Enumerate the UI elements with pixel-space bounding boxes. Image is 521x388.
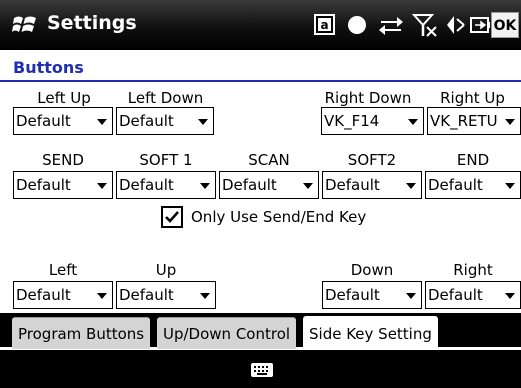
dropdown-value: Default xyxy=(119,286,174,304)
dropdown-value: Default xyxy=(16,176,71,194)
tab-program-buttons[interactable]: Program Buttons xyxy=(12,317,151,349)
keyboard-icon[interactable] xyxy=(251,363,273,377)
a-square-icon[interactable]: a xyxy=(313,12,337,38)
speaker-mute-icon[interactable] xyxy=(444,12,466,38)
windows-start-icon[interactable] xyxy=(12,13,38,37)
dropdown-right-down[interactable]: VK_F14 xyxy=(321,107,424,135)
label-right-up: Right Up xyxy=(440,89,505,107)
dropdown-left-up[interactable]: Default xyxy=(13,107,113,135)
label-scan: SCAN xyxy=(248,151,290,169)
only-send-end-checkbox[interactable] xyxy=(161,206,183,228)
only-send-end-label[interactable]: Only Use Send/End Key xyxy=(191,208,366,226)
label-up: Up xyxy=(155,261,177,279)
label-left: Left xyxy=(48,261,78,279)
checkmark-icon xyxy=(165,211,179,223)
label-right: Right xyxy=(453,261,493,279)
dropdown-up[interactable]: Default xyxy=(116,281,216,309)
label-left-up: Left Up xyxy=(37,89,91,107)
battery-charging-icon[interactable] xyxy=(469,12,491,38)
dropdown-left[interactable]: Default xyxy=(13,281,113,309)
connectivity-arrows-icon[interactable] xyxy=(377,12,405,38)
dropdown-right-up[interactable]: VK_RETU xyxy=(427,107,521,135)
chevron-down-icon xyxy=(406,183,416,189)
ok-button[interactable]: OK xyxy=(491,12,519,38)
chevron-down-icon xyxy=(505,183,515,189)
dropdown-end[interactable]: Default xyxy=(425,171,521,199)
label-soft2: SOFT2 xyxy=(347,151,397,169)
circle-icon[interactable] xyxy=(346,12,368,38)
label-down: Down xyxy=(350,261,394,279)
chevron-down-icon xyxy=(505,293,515,299)
label-end: END xyxy=(456,151,490,169)
tab-up-down-control[interactable]: Up/Down Control xyxy=(157,317,297,349)
chevron-down-icon xyxy=(97,293,107,299)
section-divider xyxy=(0,80,521,82)
label-send: SEND xyxy=(42,151,84,169)
dropdown-value: VK_F14 xyxy=(324,112,380,130)
dropdown-value: Default xyxy=(428,286,483,304)
label-soft1: SOFT 1 xyxy=(139,151,193,169)
dropdown-value: Default xyxy=(428,176,483,194)
chevron-down-icon xyxy=(406,293,416,299)
tab-side-key-setting[interactable]: Side Key Setting xyxy=(303,316,438,352)
dropdown-send[interactable]: Default xyxy=(13,171,113,199)
chevron-down-icon xyxy=(505,119,515,125)
dropdown-value: Default xyxy=(16,286,71,304)
chevron-down-icon xyxy=(200,183,210,189)
page-title: Settings xyxy=(47,12,137,34)
dropdown-value: Default xyxy=(119,176,174,194)
label-right-down: Right Down xyxy=(324,89,412,107)
label-left-down: Left Down xyxy=(127,89,204,107)
chevron-down-icon xyxy=(198,119,208,125)
dropdown-right[interactable]: Default xyxy=(425,281,521,309)
chevron-down-icon xyxy=(97,119,107,125)
dropdown-value: Default xyxy=(222,176,277,194)
dropdown-value: Default xyxy=(119,112,174,130)
no-signal-icon[interactable] xyxy=(411,12,438,38)
svg-text:a: a xyxy=(320,18,328,32)
dropdown-value: Default xyxy=(16,112,71,130)
dropdown-value: Default xyxy=(325,176,380,194)
chevron-down-icon xyxy=(97,183,107,189)
dropdown-soft2[interactable]: Default xyxy=(322,171,422,199)
dropdown-value: Default xyxy=(325,286,380,304)
dropdown-left-down[interactable]: Default xyxy=(116,107,214,135)
section-title: Buttons xyxy=(13,58,84,77)
chevron-down-icon xyxy=(408,119,418,125)
chevron-down-icon xyxy=(200,293,210,299)
chevron-down-icon xyxy=(303,183,313,189)
dropdown-soft1[interactable]: Default xyxy=(116,171,216,199)
dropdown-down[interactable]: Default xyxy=(322,281,422,309)
dropdown-value: VK_RETU xyxy=(430,112,498,130)
dropdown-scan[interactable]: Default xyxy=(219,171,319,199)
